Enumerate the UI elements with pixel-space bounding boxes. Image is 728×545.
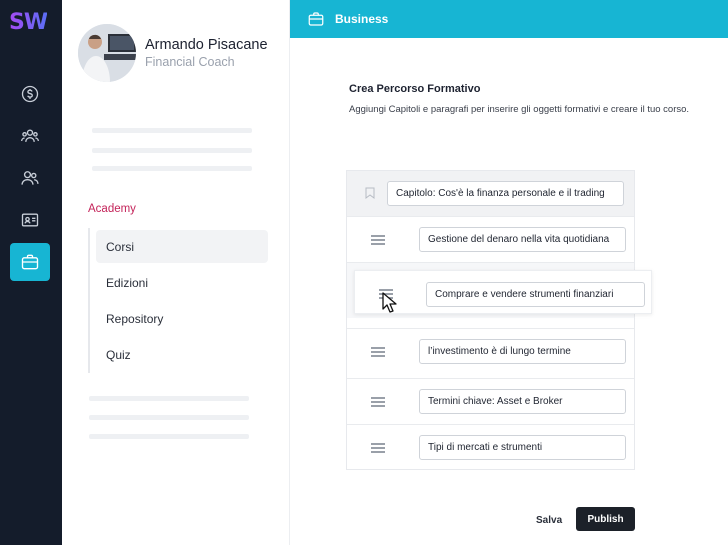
- sidebar-item-corsi[interactable]: Corsi: [96, 230, 268, 263]
- placeholder-line: [89, 415, 249, 420]
- paragraph-row: Tipi di mercati e strumenti: [347, 424, 634, 470]
- rail-item-business[interactable]: [10, 243, 50, 281]
- briefcase-icon: [308, 12, 324, 26]
- paragraph-input[interactable]: Tipi di mercati e strumenti: [419, 435, 626, 460]
- top-header: Business: [290, 0, 728, 38]
- page-subtitle: Aggiungi Capitoli e paragrafi per inseri…: [349, 104, 690, 115]
- placeholder-line: [89, 434, 249, 439]
- course-builder: Capitolo: Cos'è la finanza personale e i…: [346, 170, 635, 470]
- rail-item-users[interactable]: [10, 159, 50, 197]
- rail-item-community[interactable]: [10, 117, 50, 155]
- profile-name: Armando Pisacane: [145, 37, 268, 53]
- chapter-row: Capitolo: Cos'è la finanza personale e i…: [347, 171, 634, 216]
- publish-button[interactable]: Publish: [576, 507, 635, 531]
- paragraph-input[interactable]: Termini chiave: Asset e Broker: [419, 389, 626, 414]
- nav-divider: [88, 228, 90, 373]
- placeholder-line: [92, 166, 252, 171]
- section-title-academy: Academy: [88, 203, 136, 215]
- paragraph-input[interactable]: Gestione del denaro nella vita quotidian…: [419, 227, 626, 252]
- placeholder-line: [92, 128, 252, 133]
- app-logo[interactable]: SW: [9, 10, 48, 35]
- paragraph-input[interactable]: Comprare e vendere strumenti finanziari: [426, 282, 645, 307]
- briefcase-icon: [21, 254, 39, 270]
- drag-handle-icon[interactable]: [371, 235, 385, 245]
- mouse-cursor-icon: [382, 292, 397, 313]
- sidebar-item-repository[interactable]: Repository: [96, 302, 268, 335]
- drag-handle-icon[interactable]: [371, 347, 385, 357]
- header-title: Business: [335, 12, 389, 26]
- drag-handle-icon[interactable]: [371, 443, 385, 453]
- avatar-photo: [78, 24, 136, 82]
- app-rail: SW: [0, 0, 62, 545]
- sidebar-item-quiz[interactable]: Quiz: [96, 338, 268, 371]
- page-title: Crea Percorso Formativo: [349, 83, 481, 95]
- rail-item-payments[interactable]: [10, 75, 50, 113]
- id-card-icon: [21, 213, 39, 227]
- community-icon: [21, 129, 39, 142]
- chapter-title-input[interactable]: Capitolo: Cos'è la finanza personale e i…: [387, 181, 624, 206]
- sidebar-panel: Armando Pisacane Financial Coach Academy…: [62, 0, 290, 545]
- profile-role: Financial Coach: [145, 55, 235, 69]
- drag-handle-icon[interactable]: [371, 397, 385, 407]
- placeholder-line: [92, 148, 252, 153]
- dollar-icon: [21, 85, 39, 103]
- bookmark-icon: [365, 187, 375, 199]
- placeholder-line: [89, 396, 249, 401]
- paragraph-row: Gestione del denaro nella vita quotidian…: [347, 216, 634, 262]
- save-button[interactable]: Salva: [536, 515, 562, 526]
- avatar[interactable]: [78, 24, 136, 82]
- paragraph-input[interactable]: l’investimento è di lungo termine: [419, 339, 626, 364]
- users-icon: [21, 171, 39, 185]
- rail-item-profile-card[interactable]: [10, 201, 50, 239]
- paragraph-row: Termini chiave: Asset e Broker: [347, 378, 634, 424]
- paragraph-row: l’investimento è di lungo termine: [347, 328, 634, 374]
- sidebar-item-edizioni[interactable]: Edizioni: [96, 266, 268, 299]
